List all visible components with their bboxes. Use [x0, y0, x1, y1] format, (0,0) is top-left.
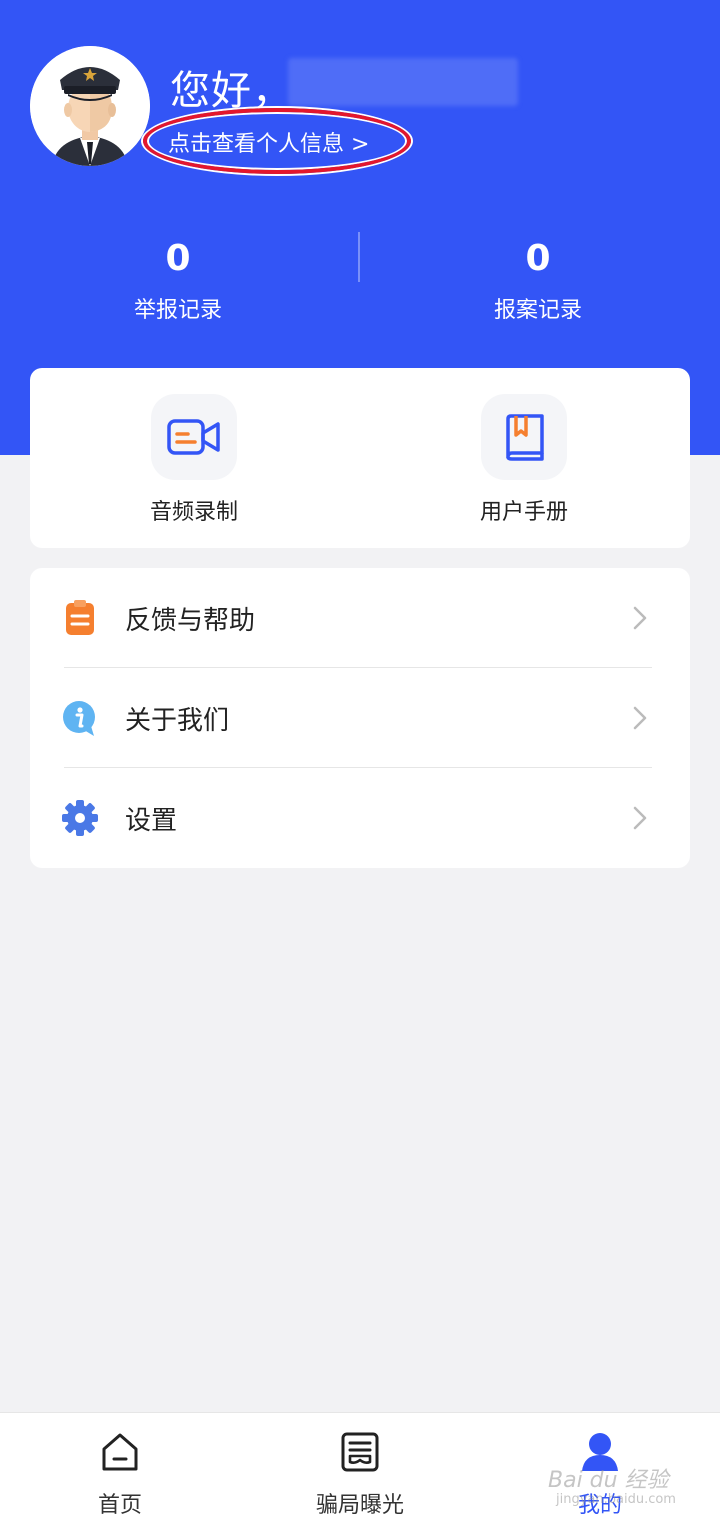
tab-label-scam-exposure: 骗局曝光 [315, 1493, 404, 1518]
tab-scam-exposure[interactable]: 骗局曝光 [240, 1413, 480, 1526]
quick-actions-card: 音频录制 用户手册 [30, 368, 690, 548]
blurred-username [288, 58, 518, 106]
settings-menu-card: 反馈与帮助 关于我们 设置 [30, 568, 690, 868]
menu-item-settings[interactable]: 设置 [30, 768, 690, 868]
tab-home[interactable]: 首页 [0, 1413, 240, 1526]
chevron-right-icon [633, 706, 647, 730]
menu-label-about: 关于我们 [125, 706, 230, 736]
exposure-icon [341, 1432, 379, 1472]
report-records-count: 0 [165, 238, 191, 279]
menu-label-settings: 设置 [125, 806, 178, 836]
baidu-watermark-url: jingyan.baidu.com [556, 1492, 676, 1507]
menu-label-feedback: 反馈与帮助 [125, 606, 256, 636]
audio-record-button[interactable]: 音频录制 [104, 394, 284, 526]
case-records-label: 报案记录 [493, 298, 582, 323]
police-officer-avatar-icon [30, 46, 150, 166]
manual-book-icon [481, 394, 567, 480]
user-manual-label: 用户手册 [479, 500, 568, 525]
menu-item-feedback[interactable]: 反馈与帮助 [30, 568, 690, 668]
menu-item-about[interactable]: 关于我们 [30, 668, 690, 768]
case-records-count: 0 [525, 238, 551, 279]
tab-label-home: 首页 [97, 1493, 142, 1518]
report-records-label: 举报记录 [133, 298, 222, 323]
stats-divider [358, 232, 360, 282]
audio-record-label: 音频录制 [149, 500, 238, 525]
case-records-stat[interactable]: 0 报案记录 [438, 238, 638, 324]
report-records-stat[interactable]: 0 举报记录 [78, 238, 278, 324]
chevron-right-icon [633, 606, 647, 630]
gear-icon [62, 800, 98, 836]
avatar[interactable] [30, 46, 150, 166]
view-profile-link[interactable]: 点击查看个人信息 > [168, 126, 369, 158]
greeting-text: 您好， [170, 68, 293, 114]
home-icon [102, 1433, 138, 1471]
user-manual-button[interactable]: 用户手册 [434, 394, 614, 526]
chevron-right-icon [633, 806, 647, 830]
clipboard-icon [66, 600, 94, 635]
info-icon [63, 701, 95, 736]
video-record-icon [151, 394, 237, 480]
baidu-watermark: Bai du 经验 [548, 1468, 669, 1493]
